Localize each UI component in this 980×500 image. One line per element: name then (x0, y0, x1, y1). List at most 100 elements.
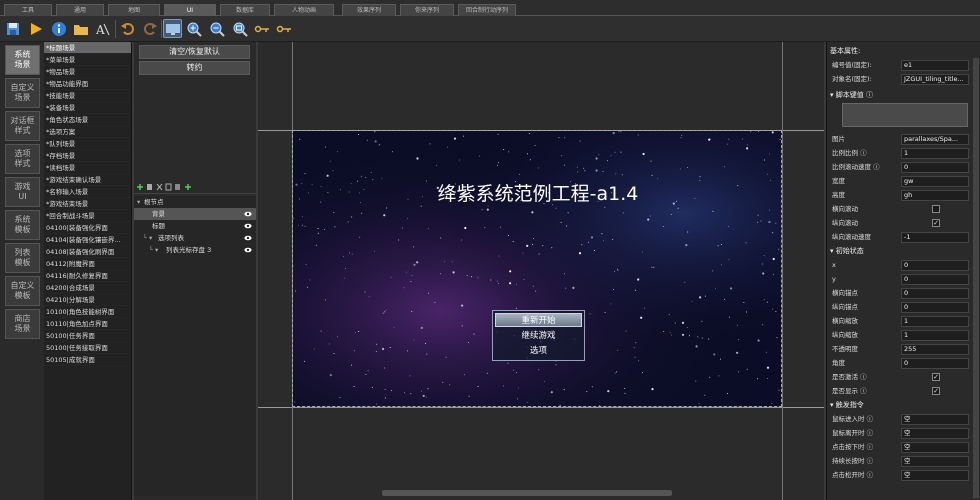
category-button-7[interactable]: 自定义 模板 (5, 276, 40, 306)
copy-node-icon[interactable] (165, 183, 172, 191)
zoom-out-icon[interactable] (207, 19, 226, 38)
category-button-3[interactable]: 选项 样式 (5, 144, 40, 174)
scene-list-item[interactable]: 50100|任务界面 (44, 330, 131, 342)
screen-icon[interactable] (163, 19, 182, 38)
property-value[interactable]: 1 (901, 330, 969, 341)
scene-list-item[interactable]: 04116|耐久修复界面 (44, 270, 131, 282)
tab-1[interactable]: 通用 (56, 4, 104, 16)
scene-list-item[interactable]: *读档场景 (44, 162, 131, 174)
category-button-2[interactable]: 对话框 样式 (5, 111, 40, 141)
scene-list-item[interactable]: *游戏结束场景 (44, 198, 131, 210)
property-value[interactable]: 0 (901, 302, 969, 313)
property-value[interactable]: JZGUI_tiling_title... (901, 74, 969, 85)
scene-list-item[interactable]: 04100|装备强化界面 (44, 222, 131, 234)
scene-list-item[interactable]: 04108|装备强化刷界面 (44, 246, 131, 258)
tree-node[interactable]: └ ▾ 列表光标存盘 3 (134, 244, 256, 256)
paste-node-icon[interactable] (175, 184, 180, 190)
visibility-eye-icon[interactable] (244, 234, 252, 242)
tree-expander[interactable]: └ ▾ (149, 244, 158, 256)
play-icon[interactable] (26, 19, 45, 38)
scene-list-item[interactable]: 04104|装备强化镶嵌界... (44, 234, 131, 246)
scene-list-item[interactable]: *装备场景 (44, 102, 131, 114)
tab-5[interactable]: 人物动画 (274, 4, 334, 16)
game-preview[interactable]: 绛紫系统范例工程-a1.4 重新开始 继续游戏 选项 (292, 130, 782, 407)
menu-option[interactable]: 选项 (495, 343, 582, 357)
category-button-4[interactable]: 游戏 UI (5, 177, 40, 207)
tree-node[interactable]: └ ▾ 选项列表 (134, 232, 256, 244)
property-value[interactable]: 0 (901, 288, 969, 299)
zoom-fit-icon[interactable] (230, 19, 249, 38)
property-value[interactable]: 空 (901, 442, 969, 453)
redo-icon[interactable] (140, 19, 159, 38)
save-icon[interactable] (3, 19, 22, 38)
zoom-in-icon[interactable] (184, 19, 203, 38)
scene-list-item[interactable]: *技能场景 (44, 90, 131, 102)
checkbox[interactable]: ✓ (932, 373, 940, 381)
property-value[interactable]: 1 (901, 148, 969, 159)
scene-list-item[interactable]: *游戏结束确认场景 (44, 174, 131, 186)
scene-list-item[interactable]: *存档场景 (44, 150, 131, 162)
property-value[interactable]: 空 (901, 470, 969, 481)
menu-option[interactable]: 继续游戏 (495, 328, 582, 342)
category-button-8[interactable]: 商店 场景 (5, 309, 40, 339)
undo-icon[interactable] (118, 19, 137, 38)
scene-list-item[interactable]: *回合制战斗场景 (44, 210, 131, 222)
scene-list-item[interactable]: 04210|分解场景 (44, 294, 131, 306)
scene-list-item[interactable]: *名称输入场景 (44, 186, 131, 198)
scene-list-item[interactable]: *选项方案 (44, 126, 131, 138)
scene-list-item[interactable]: 04200|合成场景 (44, 282, 131, 294)
tab-3[interactable]: UI (164, 4, 216, 16)
property-value[interactable]: -1 (901, 232, 969, 243)
horizontal-scrollbar[interactable] (382, 490, 672, 496)
scene-list-item[interactable]: *标题场景 (44, 42, 131, 54)
category-button-6[interactable]: 列表 模板 (5, 243, 40, 273)
script-textarea[interactable] (842, 103, 968, 127)
delete-node-icon[interactable] (147, 184, 152, 190)
category-button-1[interactable]: 自定义 场景 (5, 78, 40, 108)
visibility-eye-icon[interactable] (244, 222, 252, 230)
script-key-section[interactable]: ▾ 脚本键值 ⓘ (830, 89, 980, 101)
checkbox[interactable]: ✓ (932, 387, 940, 395)
scene-list-item[interactable]: 50105|成就界面 (44, 354, 131, 366)
info-icon[interactable] (49, 19, 68, 38)
reset-default-button[interactable]: 清空/恢复默认 (139, 45, 250, 59)
tree-expander[interactable]: └ ▾ (143, 232, 152, 244)
property-value[interactable]: e1 (901, 60, 969, 71)
tab-8[interactable]: 回合制行动序列 (458, 4, 516, 16)
category-button-5[interactable]: 系统 模板 (5, 210, 40, 240)
key-icon[interactable] (252, 19, 271, 38)
scene-list-item[interactable]: 10100|角色技能树界面 (44, 306, 131, 318)
property-value[interactable]: 空 (901, 414, 969, 425)
tab-4[interactable]: 数据库 (220, 4, 270, 16)
scene-list-item[interactable]: 50100|任务接取界面 (44, 342, 131, 354)
category-button-0[interactable]: 系统 场景 (5, 45, 40, 75)
scene-list-item[interactable]: *菜单场景 (44, 54, 131, 66)
trigger-command-section[interactable]: ▾ 触发指令 (830, 399, 980, 411)
tab-2[interactable]: 地图 (108, 4, 160, 16)
save-convention-button[interactable]: 转约 (139, 61, 250, 75)
checkbox[interactable] (932, 205, 940, 213)
scene-list-item[interactable]: *物品功能界面 (44, 78, 131, 90)
scene-list-item[interactable]: *角色状态场景 (44, 114, 131, 126)
scene-list-item[interactable]: 04112|附魔界面 (44, 258, 131, 270)
menu-option[interactable]: 重新开始 (495, 313, 582, 327)
scene-list-item[interactable]: *队列场景 (44, 138, 131, 150)
folder-icon[interactable] (71, 19, 90, 38)
scene-list-item[interactable]: *物品场景 (44, 66, 131, 78)
tree-node[interactable]: ▾ 根节点 (134, 196, 256, 208)
visibility-eye-icon[interactable] (244, 246, 252, 254)
tree-expander[interactable]: ▾ (137, 196, 140, 208)
property-value[interactable]: 1 (901, 316, 969, 327)
scene-list-item[interactable]: 10110|角色加点界面 (44, 318, 131, 330)
add-child-icon[interactable] (185, 184, 191, 190)
tab-6[interactable]: 效果序列 (342, 4, 396, 16)
property-value[interactable]: 0 (901, 162, 969, 173)
tab-0[interactable]: 工具 (4, 4, 52, 16)
initial-state-section[interactable]: ▾ 初始状态 (830, 245, 980, 257)
add-node-icon[interactable] (137, 184, 143, 190)
tree-node[interactable]: 背景 (134, 208, 256, 220)
checkbox[interactable]: ✓ (932, 219, 940, 227)
property-value[interactable]: 0 (901, 260, 969, 271)
property-value[interactable]: gh (901, 190, 969, 201)
cut-node-icon[interactable] (156, 183, 163, 191)
